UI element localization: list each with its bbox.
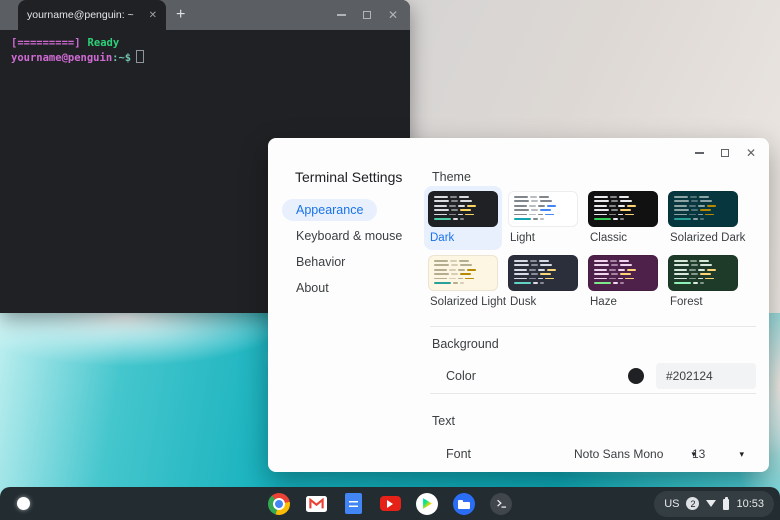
theme-option-classic[interactable]: Classic (584, 186, 662, 250)
chevron-down-icon: ▾ (739, 449, 744, 460)
theme-thumbnail (508, 255, 578, 291)
status-tray[interactable]: US 2 10:53 (654, 491, 774, 517)
terminal-app-icon[interactable] (490, 493, 512, 515)
sidebar-item-label: About (282, 277, 343, 299)
terminal-tab-title: yourname@penguin: ~ (27, 9, 134, 21)
terminal-output[interactable]: [=========] Ready yourname@penguin:~$ (0, 30, 410, 72)
play-store-app-icon[interactable] (416, 493, 438, 515)
theme-thumbnail (588, 255, 658, 291)
theme-option-label: Solarized Dark (668, 232, 742, 244)
new-tab-button[interactable]: + (176, 3, 185, 27)
section-divider (430, 393, 756, 394)
font-family-select[interactable]: Noto Sans Mono ▾ (574, 442, 696, 466)
section-divider (430, 326, 756, 327)
background-color-input[interactable]: #202124 (656, 363, 756, 389)
theme-option-label: Classic (588, 232, 662, 244)
docs-icon (345, 493, 362, 514)
sidebar-item-appearance[interactable]: Appearance (282, 197, 430, 223)
terminal-prompt-line: yourname@penguin:~$ (11, 50, 399, 65)
terminal-window-controls: ✕ (337, 0, 398, 30)
theme-section-heading: Theme (432, 170, 471, 184)
background-color-swatch[interactable] (628, 368, 644, 384)
text-section-heading: Text (432, 414, 455, 428)
files-app-icon[interactable] (453, 493, 475, 515)
theme-option-label: Forest (668, 296, 742, 308)
settings-sidebar: Appearance Keyboard & mouse Behavior About (282, 197, 430, 301)
theme-option-solarized-dark[interactable]: Solarized Dark (664, 186, 742, 250)
theme-option-dusk[interactable]: Dusk (504, 250, 582, 314)
gmail-icon (306, 496, 327, 512)
terminal-minimize-button[interactable] (337, 14, 346, 16)
font-size-select[interactable]: 13 ▾ (692, 442, 744, 466)
theme-grid: Dark Light Classic Solarized Dark Solarized … (424, 186, 744, 314)
youtube-app-icon[interactable] (379, 493, 401, 515)
shelf-apps (268, 493, 512, 515)
theme-option-solarized-light[interactable]: Solarized Light (424, 250, 502, 314)
play-store-icon (416, 493, 438, 515)
theme-option-label: Dusk (508, 296, 582, 308)
terminal-ready-line: [=========] Ready (11, 37, 399, 50)
sidebar-item-about[interactable]: About (282, 275, 430, 301)
theme-option-light[interactable]: Light (504, 186, 582, 250)
background-color-row: Color #202124 (446, 362, 758, 390)
launcher-icon (17, 497, 30, 510)
font-size-value: 13 (692, 447, 705, 461)
terminal-close-button[interactable]: ✕ (388, 9, 398, 21)
theme-option-label: Light (508, 232, 582, 244)
gmail-app-icon[interactable] (305, 493, 327, 515)
terminal-prompt-host: yourname@penguin (11, 52, 112, 64)
theme-thumbnail (668, 255, 738, 291)
theme-option-label: Haze (588, 296, 662, 308)
color-label: Color (446, 369, 476, 383)
theme-option-label: Solarized Light (428, 296, 502, 308)
docs-app-icon[interactable] (342, 493, 364, 515)
theme-option-forest[interactable]: Forest (664, 250, 742, 314)
page-title: Terminal Settings (295, 169, 402, 185)
sidebar-item-keyboard-mouse[interactable]: Keyboard & mouse (282, 223, 430, 249)
terminal-ready-status: Ready (88, 37, 120, 49)
terminal-cursor (136, 50, 144, 63)
notification-count-badge: 2 (686, 497, 699, 510)
keyboard-layout-indicator: US (664, 498, 679, 510)
terminal-maximize-button[interactable] (363, 11, 371, 19)
youtube-icon (380, 496, 401, 511)
terminal-titlebar[interactable]: yourname@penguin: ~ ✕ + ✕ (0, 0, 410, 30)
sidebar-item-behavior[interactable]: Behavior (282, 249, 430, 275)
background-section-heading: Background (432, 337, 499, 351)
font-row: Font Noto Sans Mono ▾ 13 ▾ (446, 441, 758, 467)
terminal-icon (490, 493, 512, 515)
theme-thumbnail (668, 191, 738, 227)
terminal-tab[interactable]: yourname@penguin: ~ ✕ (18, 0, 166, 30)
font-label: Font (446, 447, 471, 461)
font-family-value: Noto Sans Mono (574, 447, 663, 461)
theme-thumbnail (428, 255, 498, 291)
sidebar-item-label: Behavior (282, 251, 359, 273)
clock: 10:53 (736, 498, 764, 510)
theme-thumbnail (508, 191, 578, 227)
theme-option-dark[interactable]: Dark (424, 186, 502, 250)
launcher-button[interactable] (13, 494, 33, 514)
theme-thumbnail (588, 191, 658, 227)
sidebar-item-label: Keyboard & mouse (282, 225, 416, 247)
theme-thumbnail (428, 191, 498, 227)
tab-close-icon[interactable]: ✕ (149, 10, 157, 21)
terminal-prompt-symbol: :~$ (112, 52, 131, 64)
sidebar-item-label: Appearance (282, 199, 377, 221)
terminal-spinner: [=========] (11, 37, 81, 49)
desktop: yourname@penguin: ~ ✕ + ✕ [=========] Rea… (0, 0, 780, 520)
theme-option-haze[interactable]: Haze (584, 250, 662, 314)
theme-option-label: Dark (428, 232, 502, 244)
settings-content: Theme Dark Light Classic Solarized Dark Sola… (424, 138, 764, 472)
network-icon (706, 500, 716, 507)
files-icon (453, 493, 475, 515)
terminal-settings-window: ✕ Terminal Settings AppearanceKeyboard &… (268, 138, 769, 472)
battery-icon (723, 499, 729, 510)
shelf: US 2 10:53 (0, 487, 780, 520)
chrome-app-icon[interactable] (268, 493, 290, 515)
chrome-icon (268, 493, 290, 515)
